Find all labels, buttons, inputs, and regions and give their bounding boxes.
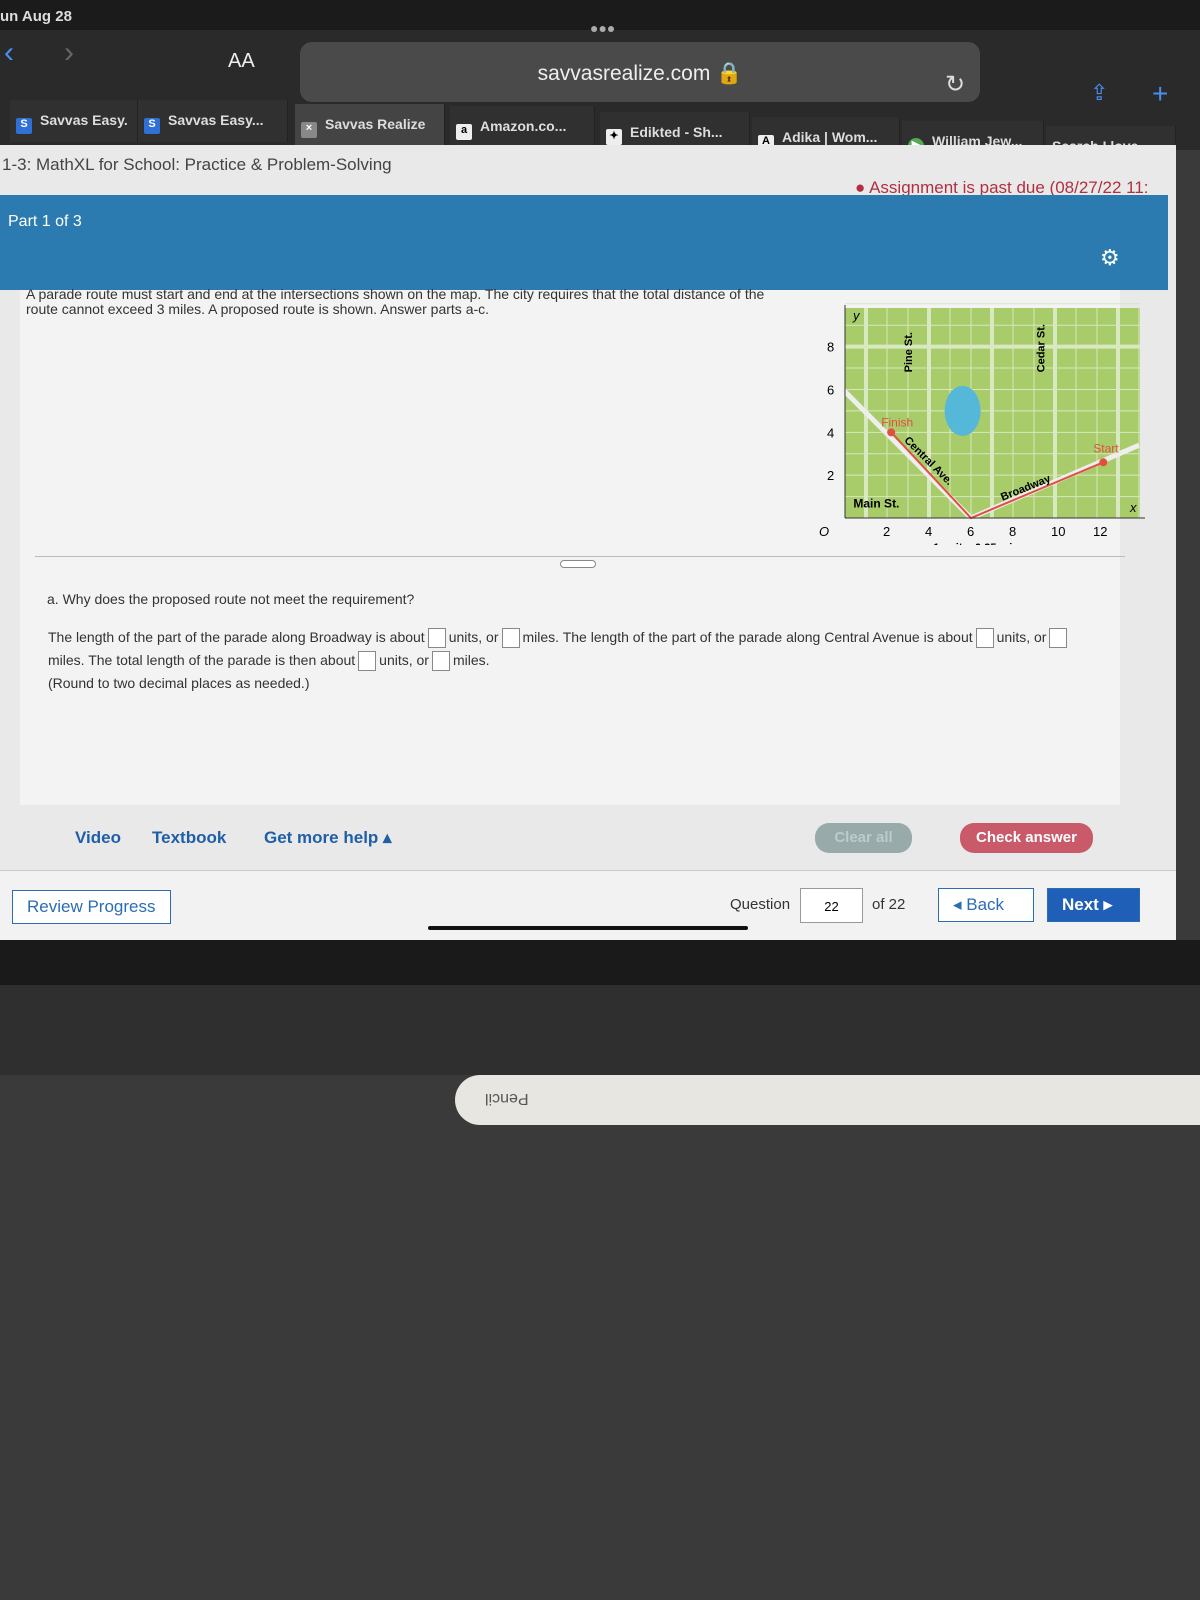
origin-label: O bbox=[819, 524, 829, 539]
x-axis-label: x bbox=[1129, 500, 1137, 515]
url-text: savvasrealize.com bbox=[537, 62, 711, 85]
x-tick-label: 12 bbox=[1093, 524, 1107, 539]
close-tab-icon[interactable]: × bbox=[301, 122, 317, 138]
finish-label: Finish bbox=[881, 415, 913, 429]
x-tick-label: 8 bbox=[1009, 524, 1016, 539]
back-nav-icon[interactable]: ‹ bbox=[4, 36, 14, 70]
ipad-bezel bbox=[0, 940, 1200, 985]
reader-text-size-button[interactable]: AA bbox=[228, 50, 255, 73]
broadway-units-input[interactable] bbox=[427, 628, 446, 649]
clear-all-button[interactable]: Clear all bbox=[815, 823, 912, 853]
amazon-icon: a bbox=[456, 124, 472, 140]
parade-map: FinishStartyxO2468101224681 unit = 0.25 … bbox=[819, 303, 1145, 545]
tab-amazon[interactable]: a Amazon.co... bbox=[450, 106, 595, 148]
keyboard-case bbox=[0, 985, 1200, 1075]
question-label: Question bbox=[730, 896, 791, 913]
tab-savvas-easy-1[interactable]: S Savvas Easy. bbox=[10, 100, 138, 142]
part-a-answer-sentence: The length of the part of the parade alo… bbox=[48, 626, 1108, 695]
total-miles-input[interactable] bbox=[431, 651, 450, 672]
forward-nav-icon[interactable]: › bbox=[64, 36, 74, 70]
part-a-question: a. Why does the proposed route not meet … bbox=[47, 591, 415, 607]
reload-icon[interactable]: ↻ bbox=[945, 70, 965, 99]
tab-savvas-easy-2[interactable]: S Savvas Easy... bbox=[138, 100, 288, 142]
y-tick-label: 8 bbox=[827, 340, 834, 355]
textbook-link[interactable]: Textbook bbox=[152, 828, 226, 848]
total-units-input[interactable] bbox=[358, 651, 377, 672]
gear-icon[interactable]: ⚙ bbox=[1100, 245, 1120, 271]
tab-savvas-realize[interactable]: × Savvas Realize bbox=[295, 104, 445, 146]
pond bbox=[944, 385, 981, 436]
breadcrumb: 1-3: MathXL for School: Practice & Probl… bbox=[2, 155, 392, 174]
question-prompt: A parade route must start and end at the… bbox=[26, 286, 765, 317]
y-tick-label: 2 bbox=[827, 468, 834, 483]
question-banner: Part 1 of 3 ⚙ bbox=[0, 195, 1168, 290]
pine-st-label: Pine St. bbox=[903, 332, 915, 372]
question-total: of 22 bbox=[872, 896, 906, 913]
date: un Aug 28 bbox=[0, 8, 72, 25]
check-answer-button[interactable]: Check answer bbox=[960, 823, 1093, 853]
central-miles-input[interactable] bbox=[1049, 628, 1068, 649]
main-st-label: Main St. bbox=[853, 496, 899, 510]
central-units-input[interactable] bbox=[975, 628, 994, 649]
back-button[interactable]: ◂ Back bbox=[938, 888, 1034, 922]
y-tick-label: 6 bbox=[827, 382, 834, 397]
part-indicator: Part 1 of 3 bbox=[8, 213, 82, 230]
x-tick-label: 2 bbox=[883, 524, 890, 539]
lock-icon: 🔒 bbox=[716, 62, 743, 85]
x-tick-label: 10 bbox=[1051, 524, 1065, 539]
savvas-icon: S bbox=[144, 118, 160, 134]
share-icon[interactable]: ⇪ bbox=[1090, 80, 1108, 106]
x-tick-label: 6 bbox=[967, 524, 974, 539]
resize-handle[interactable] bbox=[560, 560, 596, 568]
next-button[interactable]: Next ▸ bbox=[1047, 888, 1140, 922]
video-link[interactable]: Video bbox=[75, 828, 121, 848]
get-more-help-link[interactable]: Get more help ▴ bbox=[264, 828, 392, 848]
divider bbox=[35, 556, 1125, 557]
home-indicator bbox=[428, 926, 748, 930]
url-bar[interactable]: savvasrealize.com 🔒 bbox=[300, 42, 980, 102]
question-number-input[interactable]: 22 bbox=[800, 888, 863, 923]
start-label: Start bbox=[1093, 441, 1119, 455]
savvas-icon: S bbox=[16, 118, 32, 134]
x-tick-label: 4 bbox=[925, 524, 932, 539]
scale-label: 1 unit = 0.25 mi bbox=[933, 542, 1012, 545]
apple-pencil: Pencil bbox=[455, 1075, 1200, 1125]
review-progress-button[interactable]: Review Progress bbox=[12, 890, 171, 924]
cedar-st-label: Cedar St. bbox=[1036, 324, 1048, 372]
y-tick-label: 4 bbox=[827, 425, 834, 440]
broadway-miles-input[interactable] bbox=[501, 628, 520, 649]
new-tab-icon[interactable]: + bbox=[1152, 78, 1168, 110]
more-dots-icon[interactable]: ●●● bbox=[590, 20, 615, 36]
finish-point bbox=[887, 428, 896, 437]
start-point bbox=[1099, 458, 1108, 467]
edikted-icon: ✦ bbox=[606, 129, 622, 145]
